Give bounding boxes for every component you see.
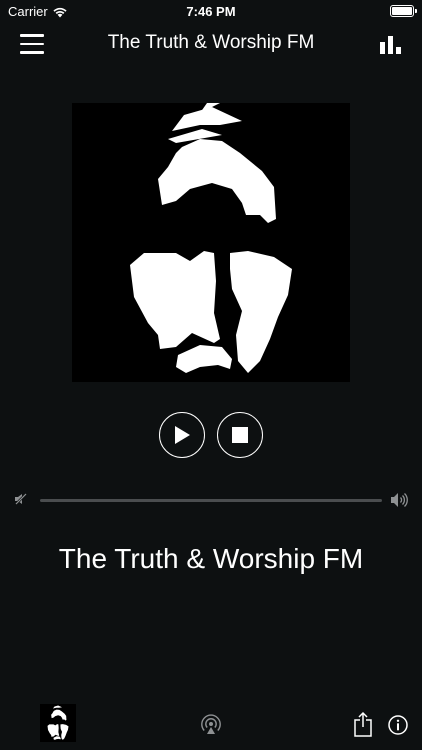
- navigation-bar: The Truth & Worship FM: [0, 22, 422, 66]
- station-name-label: The Truth & Worship FM: [58, 543, 364, 574]
- battery-icon: [390, 5, 417, 17]
- nav-title: The Truth & Worship FM: [107, 32, 315, 53]
- play-icon: [175, 426, 190, 444]
- stop-button[interactable]: [217, 412, 263, 458]
- stop-icon: [232, 427, 248, 443]
- station-thumbnail[interactable]: [40, 704, 76, 742]
- bottom-toolbar: [0, 702, 422, 750]
- airplay-icon[interactable]: [200, 714, 222, 736]
- battery-fill: [392, 7, 412, 15]
- status-bar: Carrier 7:46 PM: [0, 0, 422, 22]
- info-icon[interactable]: [388, 715, 408, 735]
- play-button[interactable]: [159, 412, 205, 458]
- equalizer-bar: [396, 47, 401, 54]
- face-artwork-image: [72, 103, 350, 382]
- volume-slider[interactable]: [40, 499, 382, 502]
- volume-control: [0, 490, 422, 510]
- radio-player-screen: Carrier 7:46 PM The Truth & Worship FM T…: [0, 0, 422, 750]
- equalizer-bar: [388, 36, 393, 54]
- status-time: 7:46 PM: [186, 4, 236, 19]
- station-artwork: [72, 103, 350, 382]
- playback-controls: [0, 412, 422, 458]
- equalizer-button[interactable]: [380, 36, 402, 54]
- share-icon[interactable]: [353, 711, 373, 737]
- volume-mute-icon: [14, 492, 28, 506]
- face-thumbnail-image: [40, 704, 76, 742]
- volume-high-icon: [391, 493, 408, 507]
- equalizer-bar: [380, 42, 385, 54]
